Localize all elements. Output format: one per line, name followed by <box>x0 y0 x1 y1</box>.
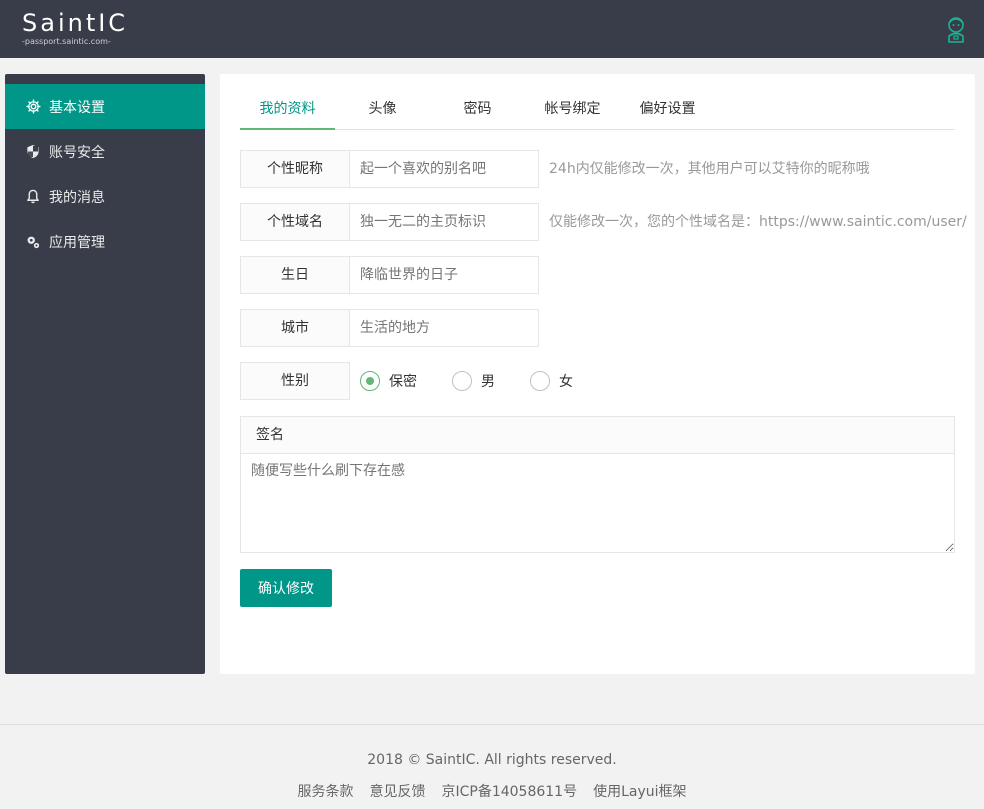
logo-subtext: -passport.saintic.com- <box>22 37 111 46</box>
radio-unchecked-icon <box>452 371 472 391</box>
nickname-row: 个性昵称 24h内仅能修改一次，其他用户可以艾特你的昵称哦 <box>240 150 955 188</box>
footer-link-feedback[interactable]: 意见反馈 <box>369 781 425 801</box>
footer-link-icp[interactable]: 京ICP备14058611号 <box>441 781 577 801</box>
tab-my-profile[interactable]: 我的资料 <box>240 88 335 130</box>
sidebar-item-label: 账号安全 <box>49 144 105 161</box>
domain-label: 个性域名 <box>240 203 350 241</box>
radio-checked-icon <box>360 371 380 391</box>
gender-label: 性别 <box>240 362 350 400</box>
birthday-label: 生日 <box>240 256 350 294</box>
tab-password[interactable]: 密码 <box>430 88 525 130</box>
radio-label: 女 <box>559 374 573 390</box>
tab-bar: 我的资料 头像 密码 帐号绑定 偏好设置 <box>240 88 955 130</box>
tab-preferences[interactable]: 偏好设置 <box>620 88 715 130</box>
signature-label: 签名 <box>241 417 954 454</box>
apps-icon <box>25 234 41 250</box>
sidebar: 基本设置 账号安全 我的消息 应用管理 <box>5 74 205 674</box>
user-avatar-icon[interactable] <box>945 14 967 44</box>
nickname-hint: 24h内仅能修改一次，其他用户可以艾特你的昵称哦 <box>549 161 870 177</box>
radio-label: 男 <box>481 374 495 390</box>
gender-radio-secret[interactable]: 保密 <box>360 362 417 400</box>
radio-unchecked-icon <box>530 371 550 391</box>
footer-link-layui[interactable]: 使用Layui框架 <box>593 781 686 801</box>
tab-avatar[interactable]: 头像 <box>335 88 430 130</box>
logo[interactable]: SaintIC -passport.saintic.com- <box>22 9 129 47</box>
birthday-row: 生日 <box>240 256 955 294</box>
radio-label: 保密 <box>389 374 417 390</box>
copyright-text: 2018 © SaintIC. All rights reserved. <box>367 752 617 768</box>
nickname-input[interactable] <box>349 150 539 188</box>
footer-link-terms[interactable]: 服务条款 <box>297 781 353 801</box>
sidebar-item-app-management[interactable]: 应用管理 <box>5 219 205 264</box>
top-header: SaintIC -passport.saintic.com- <box>0 0 984 58</box>
birthday-input[interactable] <box>349 256 539 294</box>
sidebar-item-account-security[interactable]: 账号安全 <box>5 129 205 174</box>
city-label: 城市 <box>240 309 350 347</box>
sidebar-item-basic-settings[interactable]: 基本设置 <box>5 84 205 129</box>
bell-icon <box>25 189 41 205</box>
sidebar-item-label: 基本设置 <box>49 99 105 116</box>
sidebar-item-label: 我的消息 <box>49 189 105 206</box>
city-input[interactable] <box>349 309 539 347</box>
shield-icon <box>25 144 41 160</box>
domain-hint: 仅能修改一次，您的个性域名是：https://www.saintic.com/u… <box>549 214 967 230</box>
confirm-button[interactable]: 确认修改 <box>240 569 332 607</box>
tab-account-binding[interactable]: 帐号绑定 <box>525 88 620 130</box>
signature-box: 签名 <box>240 416 955 553</box>
gender-radio-female[interactable]: 女 <box>530 362 573 400</box>
sidebar-item-my-messages[interactable]: 我的消息 <box>5 174 205 219</box>
footer-links: 服务条款 意见反馈 京ICP备14058611号 使用Layui框架 <box>0 781 984 801</box>
nickname-label: 个性昵称 <box>240 150 350 188</box>
gender-row: 性别 保密 男 女 <box>240 362 955 400</box>
footer: 2018 © SaintIC. All rights reserved. 服务条… <box>0 724 984 809</box>
logo-text: SaintIC <box>22 9 129 37</box>
sidebar-item-label: 应用管理 <box>49 234 105 251</box>
city-row: 城市 <box>240 309 955 347</box>
signature-textarea[interactable] <box>241 454 954 552</box>
domain-row: 个性域名 仅能修改一次，您的个性域名是：https://www.saintic.… <box>240 203 967 241</box>
gender-radio-male[interactable]: 男 <box>452 362 495 400</box>
domain-input[interactable] <box>349 203 539 241</box>
main-panel: 我的资料 头像 密码 帐号绑定 偏好设置 个性昵称 24h内仅能修改一次，其他用… <box>220 74 975 674</box>
gear-icon <box>25 99 41 115</box>
